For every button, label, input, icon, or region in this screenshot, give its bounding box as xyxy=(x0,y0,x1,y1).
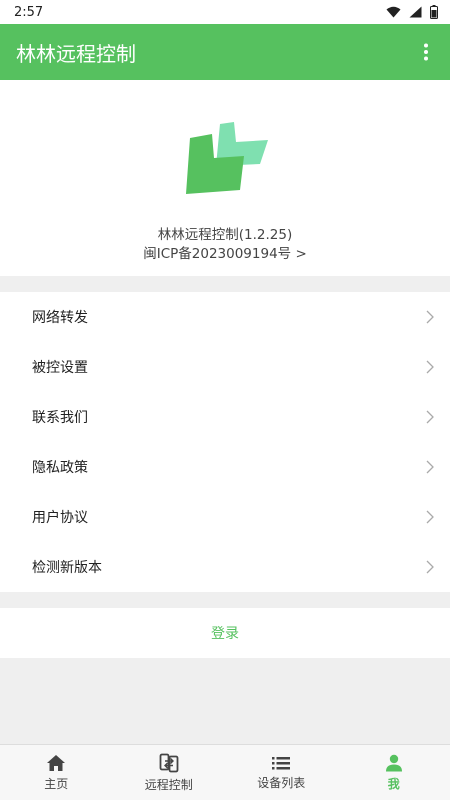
chevron-right-icon xyxy=(426,310,434,324)
app-bar: 林林远程控制 xyxy=(0,24,450,80)
signal-icon xyxy=(409,6,422,18)
login-label: 登录 xyxy=(211,626,239,642)
nav-item-home[interactable]: 主页 xyxy=(0,745,113,800)
menu-item-label: 隐私政策 xyxy=(32,460,88,476)
menu-item-label: 检测新版本 xyxy=(32,560,102,576)
app-logo xyxy=(182,114,272,198)
chevron-right-icon xyxy=(426,510,434,524)
app-version: 林林远程控制(1.2.25) xyxy=(157,227,293,243)
chevron-right-icon xyxy=(426,360,434,374)
bottom-navigation: 主页 远程控制 设备列表 我 xyxy=(0,744,450,800)
settings-menu: 网络转发 被控设置 联系我们 隐私政策 用户协议 检测新版本 xyxy=(0,292,450,592)
nav-item-me[interactable]: 我 xyxy=(338,745,450,800)
menu-item-label: 网络转发 xyxy=(32,310,88,326)
chevron-right-icon xyxy=(426,460,434,474)
chevron-right-icon xyxy=(426,560,434,574)
menu-item-contact-us[interactable]: 联系我们 xyxy=(0,392,450,442)
nav-item-device-list[interactable]: 设备列表 xyxy=(225,745,338,800)
status-icons xyxy=(386,5,438,19)
nav-label: 主页 xyxy=(44,776,69,791)
icp-link[interactable]: 闽ICP备2023009194号 > xyxy=(0,242,450,262)
status-time: 2:57 xyxy=(14,4,44,20)
nav-item-remote-control[interactable]: 远程控制 xyxy=(113,745,226,800)
status-bar: 2:57 xyxy=(0,0,450,24)
wifi-icon xyxy=(386,6,401,18)
menu-item-label: 联系我们 xyxy=(32,410,88,426)
remote-control-icon xyxy=(159,753,179,773)
app-title: 林林远程控制 xyxy=(16,41,136,66)
nav-label: 设备列表 xyxy=(257,775,306,790)
person-icon xyxy=(385,754,403,772)
menu-item-label: 被控设置 xyxy=(32,360,88,376)
menu-item-check-update[interactable]: 检测新版本 xyxy=(0,542,450,592)
menu-item-label: 用户协议 xyxy=(32,510,88,526)
about-header: 林林远程控制(1.2.25) 闽ICP备2023009194号 > xyxy=(0,80,450,276)
battery-icon xyxy=(430,5,438,19)
menu-item-network-forwarding[interactable]: 网络转发 xyxy=(0,292,450,342)
login-button[interactable]: 登录 xyxy=(0,608,450,658)
chevron-right-icon xyxy=(426,410,434,424)
more-options-button[interactable] xyxy=(414,32,438,72)
menu-item-privacy-policy[interactable]: 隐私政策 xyxy=(0,442,450,492)
menu-item-user-agreement[interactable]: 用户协议 xyxy=(0,492,450,542)
list-icon xyxy=(271,755,291,771)
home-icon xyxy=(46,754,66,772)
nav-label: 我 xyxy=(387,776,400,791)
menu-item-controlled-settings[interactable]: 被控设置 xyxy=(0,342,450,392)
nav-label: 远程控制 xyxy=(144,777,193,792)
more-vertical-icon xyxy=(423,43,429,61)
